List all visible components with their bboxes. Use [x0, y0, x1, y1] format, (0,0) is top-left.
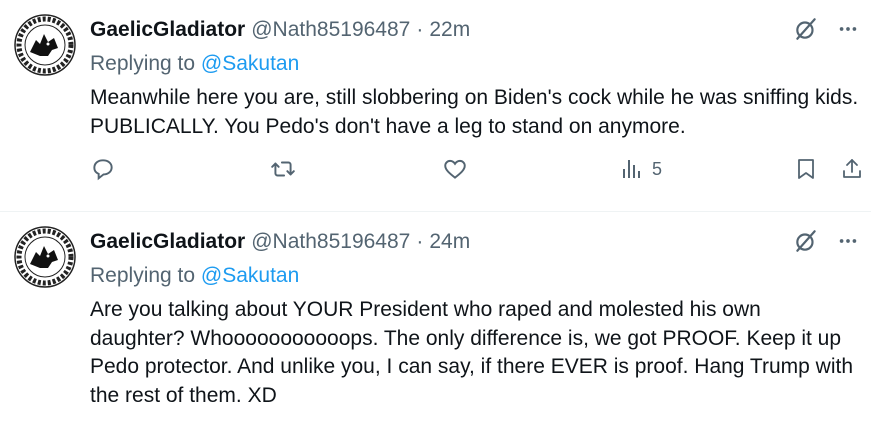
share-icon — [843, 159, 861, 178]
views-icon — [623, 160, 640, 178]
more-icon[interactable] — [837, 230, 859, 252]
display-name[interactable]: GaelicGladiator — [90, 230, 245, 254]
like-icon — [444, 159, 466, 179]
share-button[interactable] — [840, 156, 864, 182]
timestamp[interactable]: 24m — [429, 230, 470, 254]
tweet[interactable]: GaelicGladiator @Nath85196487 · 24m Repl… — [0, 212, 871, 427]
mention-link[interactable]: @Sakutan — [201, 264, 299, 287]
grok-icon[interactable] — [793, 16, 819, 42]
retweet-icon — [271, 161, 295, 177]
user-handle[interactable]: @Nath85196487 — [251, 230, 410, 254]
replying-to-label: Replying to — [90, 264, 196, 287]
tweet-text: Meanwhile here you are, still slobbering… — [90, 86, 859, 138]
wolf-emblem-icon — [14, 14, 76, 76]
user-handle[interactable]: @Nath85196487 — [251, 18, 410, 42]
views-button[interactable]: 5 — [620, 157, 662, 181]
grok-icon[interactable] — [793, 228, 819, 254]
wolf-emblem-icon — [14, 226, 76, 288]
tweet-header: GaelicGladiator @Nath85196487 · 24m — [90, 226, 859, 258]
timestamp[interactable]: 22m — [429, 18, 470, 42]
tweet[interactable]: GaelicGladiator @Nath85196487 · 22m Repl… — [0, 0, 871, 212]
reply-button[interactable] — [90, 156, 116, 182]
views-count: 5 — [652, 158, 663, 179]
bookmark-icon — [798, 159, 814, 179]
avatar[interactable] — [14, 226, 76, 288]
reply-context: Replying to @Sakutan — [90, 262, 859, 290]
tweet-header: GaelicGladiator @Nath85196487 · 22m — [90, 14, 859, 46]
separator-dot: · — [416, 18, 424, 41]
retweet-button[interactable] — [270, 156, 296, 182]
action-bar: 5 — [90, 152, 861, 186]
like-button[interactable] — [442, 156, 468, 182]
bookmark-button[interactable] — [794, 156, 818, 182]
more-icon[interactable] — [837, 18, 859, 40]
mention-link[interactable]: @Sakutan — [201, 52, 299, 75]
reply-icon — [93, 159, 113, 181]
separator-dot: · — [416, 230, 424, 253]
display-name[interactable]: GaelicGladiator — [90, 18, 245, 42]
avatar[interactable] — [14, 14, 76, 76]
tweet-text: Are you talking about YOUR President who… — [90, 298, 854, 407]
reply-context: Replying to @Sakutan — [90, 50, 859, 78]
replying-to-label: Replying to — [90, 52, 196, 75]
